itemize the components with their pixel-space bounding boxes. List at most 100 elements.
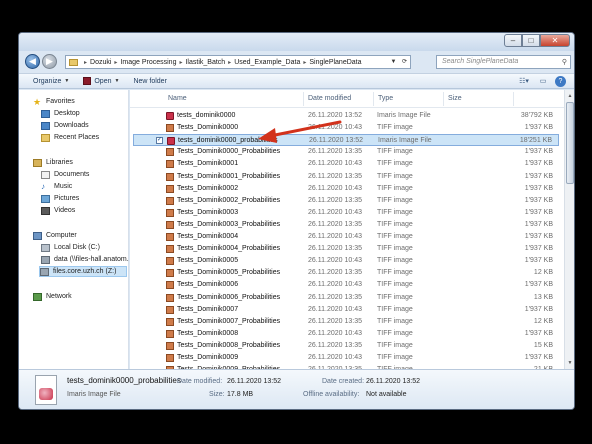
file-row[interactable]: tests_dominik0000 26.11.2020 13:52 Imaris …: [133, 110, 559, 122]
breadcrumb-singleplanedata[interactable]: SinglePlaneData: [309, 59, 361, 66]
nav-pictures[interactable]: Pictures: [41, 193, 79, 204]
refresh-icon[interactable]: ⟳: [399, 56, 410, 68]
breadcrumb-dozuki[interactable]: Dozuki: [90, 59, 111, 66]
nav-network[interactable]: Network: [33, 291, 72, 302]
nav-downloads[interactable]: Downloads: [41, 120, 89, 131]
breadcrumb-image-processing[interactable]: Image Processing: [120, 59, 176, 66]
file-row[interactable]: Tests_Dominik0001_Probabilities 26.11.202…: [133, 171, 559, 183]
file-size: 1'937 KB: [524, 160, 553, 168]
open-button[interactable]: Open ▼: [83, 77, 119, 85]
file-row[interactable]: Tests_Dominik0004 26.11.2020 10:43 TIFF im…: [133, 231, 559, 243]
search-icon[interactable]: ⚲: [562, 57, 567, 69]
file-date: 26.11.2020 13:35: [308, 269, 362, 277]
column-header-type[interactable]: Type: [378, 95, 393, 102]
file-name: Tests_Dominik0009: [177, 354, 239, 361]
file-type: TIFF image: [377, 317, 413, 325]
tiff-file-icon: [166, 329, 174, 338]
star-icon: ★: [33, 96, 42, 107]
minimize-button[interactable]: –: [504, 34, 522, 47]
file-date: 26.11.2020 13:35: [308, 196, 362, 204]
tiff-file-icon: [166, 196, 174, 205]
nav-videos[interactable]: Videos: [41, 205, 75, 216]
back-button[interactable]: ◀: [25, 54, 40, 69]
file-row[interactable]: Tests_Dominik0005 26.11.2020 10:43 TIFF im…: [133, 255, 559, 267]
details-offline-label: Offline availability:: [303, 391, 360, 398]
file-type: TIFF image: [377, 160, 413, 168]
file-row[interactable]: Tests_Dominik0008_Probabilities 26.11.202…: [133, 340, 559, 352]
file-row[interactable]: ✓ tests_dominik0000_probabilities 26.11.20…: [133, 134, 559, 147]
vertical-scrollbar[interactable]: ▲ ▼: [564, 90, 574, 369]
file-row[interactable]: Tests_Dominik0002 26.11.2020 10:43 TIFF im…: [133, 183, 559, 195]
file-type: TIFF image: [377, 269, 413, 277]
scroll-up-arrow-icon[interactable]: ▲: [565, 91, 574, 101]
close-button[interactable]: ✕: [540, 34, 570, 47]
file-row[interactable]: Tests_Dominik0001 26.11.2020 10:43 TIFF im…: [133, 158, 559, 170]
nav-local-disk[interactable]: Local Disk (C:): [41, 242, 100, 253]
column-header-size[interactable]: Size: [448, 95, 462, 102]
nav-libraries[interactable]: Libraries: [33, 157, 73, 168]
preview-pane-icon[interactable]: ▭: [536, 76, 550, 87]
file-row[interactable]: Tests_Dominik0000_Probabilities 26.11.202…: [133, 146, 559, 158]
network-drive-icon: [41, 255, 50, 264]
nav-label: files.core.uzh.ch (Z:): [53, 268, 117, 275]
file-row[interactable]: Tests_Dominik0006_Probabilities 26.11.202…: [133, 292, 559, 304]
file-row[interactable]: Tests_Dominik0005_Probabilities 26.11.202…: [133, 267, 559, 279]
nav-favorites[interactable]: ★ Favorites: [33, 96, 75, 107]
nav-files-drive[interactable]: files.core.uzh.ch (Z:): [39, 266, 127, 277]
file-name: Tests_Dominik0004_Probabilities: [177, 245, 281, 253]
help-icon[interactable]: ?: [555, 76, 566, 87]
file-row[interactable]: Tests_Dominik0008 26.11.2020 10:43 TIFF im…: [133, 328, 559, 340]
tiff-file-icon: [166, 305, 174, 314]
file-row[interactable]: Tests_Dominik0003 26.11.2020 10:43 TIFF im…: [133, 207, 559, 219]
file-row[interactable]: Tests_Dominik0000 26.11.2020 10:43 TIFF im…: [133, 122, 559, 134]
column-divider[interactable]: [373, 92, 374, 106]
column-divider[interactable]: [443, 92, 444, 106]
column-divider[interactable]: [513, 92, 514, 106]
file-row[interactable]: Tests_Dominik0004_Probabilities 26.11.202…: [133, 243, 559, 255]
details-file-type: Imaris Image File: [67, 391, 121, 398]
nav-computer[interactable]: Computer: [33, 230, 77, 241]
file-row[interactable]: Tests_Dominik0009 26.11.2020 10:43 TIFF im…: [133, 352, 559, 364]
file-row[interactable]: Tests_Dominik0006 26.11.2020 10:43 TIFF im…: [133, 279, 559, 291]
maximize-button[interactable]: □: [522, 34, 540, 47]
checkbox-icon[interactable]: ✓: [156, 137, 163, 145]
breadcrumb-used-example-data[interactable]: Used_Example_Data: [234, 59, 300, 66]
file-name: Tests_Dominik0006_Probabilities: [177, 293, 281, 301]
scrollbar-thumb[interactable]: [566, 102, 574, 184]
column-divider[interactable]: [303, 92, 304, 106]
file-name: Tests_Dominik0005: [177, 257, 239, 265]
file-row[interactable]: Tests_Dominik0002_Probabilities 26.11.202…: [133, 195, 559, 207]
file-type: TIFF image: [377, 354, 413, 361]
file-size: 1'937 KB: [524, 172, 553, 180]
nav-recent-places[interactable]: Recent Places: [41, 132, 99, 143]
details-file-name: tests_dominik0000_probabilities: [67, 376, 181, 385]
breadcrumb-ilastik-batch[interactable]: Ilastik_Batch: [185, 59, 225, 66]
hard-disk-icon: [41, 243, 50, 252]
file-row[interactable]: Tests_Dominik0007_Probabilities 26.11.202…: [133, 316, 559, 328]
details-created-label: Date created:: [322, 378, 365, 385]
organize-button[interactable]: Organize ▼: [33, 78, 69, 85]
file-row[interactable]: Tests_Dominik0007 26.11.2020 10:43 TIFF im…: [133, 304, 559, 316]
column-header-name[interactable]: Name: [168, 95, 187, 102]
file-type: TIFF image: [377, 245, 413, 253]
view-options-icon[interactable]: ☷▾: [517, 76, 531, 87]
imaris-file-icon: [166, 112, 174, 120]
search-input[interactable]: Search SinglePlaneData ⚲: [436, 55, 571, 69]
file-type: TIFF image: [377, 208, 413, 216]
details-modified-label: Date modified:: [177, 378, 223, 385]
nav-music[interactable]: ♪ Music: [41, 181, 72, 192]
file-type: Imaris Image File: [377, 112, 431, 119]
nav-desktop[interactable]: Desktop: [41, 108, 80, 119]
scroll-down-arrow-icon[interactable]: ▼: [565, 358, 574, 368]
column-header-date[interactable]: Date modified: [308, 95, 351, 102]
tiff-file-icon: [166, 245, 174, 254]
forward-button[interactable]: ▶: [42, 54, 57, 69]
nav-data-drive[interactable]: data (\\files-hall.anatom.: [41, 254, 129, 265]
file-row[interactable]: Tests_Dominik0003_Probabilities 26.11.202…: [133, 219, 559, 231]
file-date: 26.11.2020 13:35: [308, 220, 362, 228]
nav-documents[interactable]: Documents: [41, 169, 89, 180]
address-bar[interactable]: ▸ Dozuki ▸ Image Processing ▸ Ilastik_Ba…: [65, 55, 411, 69]
address-dropdown-icon[interactable]: ▼: [388, 56, 399, 68]
file-name: tests_dominik0000_probabilities: [178, 137, 278, 145]
new-folder-button[interactable]: New folder: [133, 78, 166, 85]
